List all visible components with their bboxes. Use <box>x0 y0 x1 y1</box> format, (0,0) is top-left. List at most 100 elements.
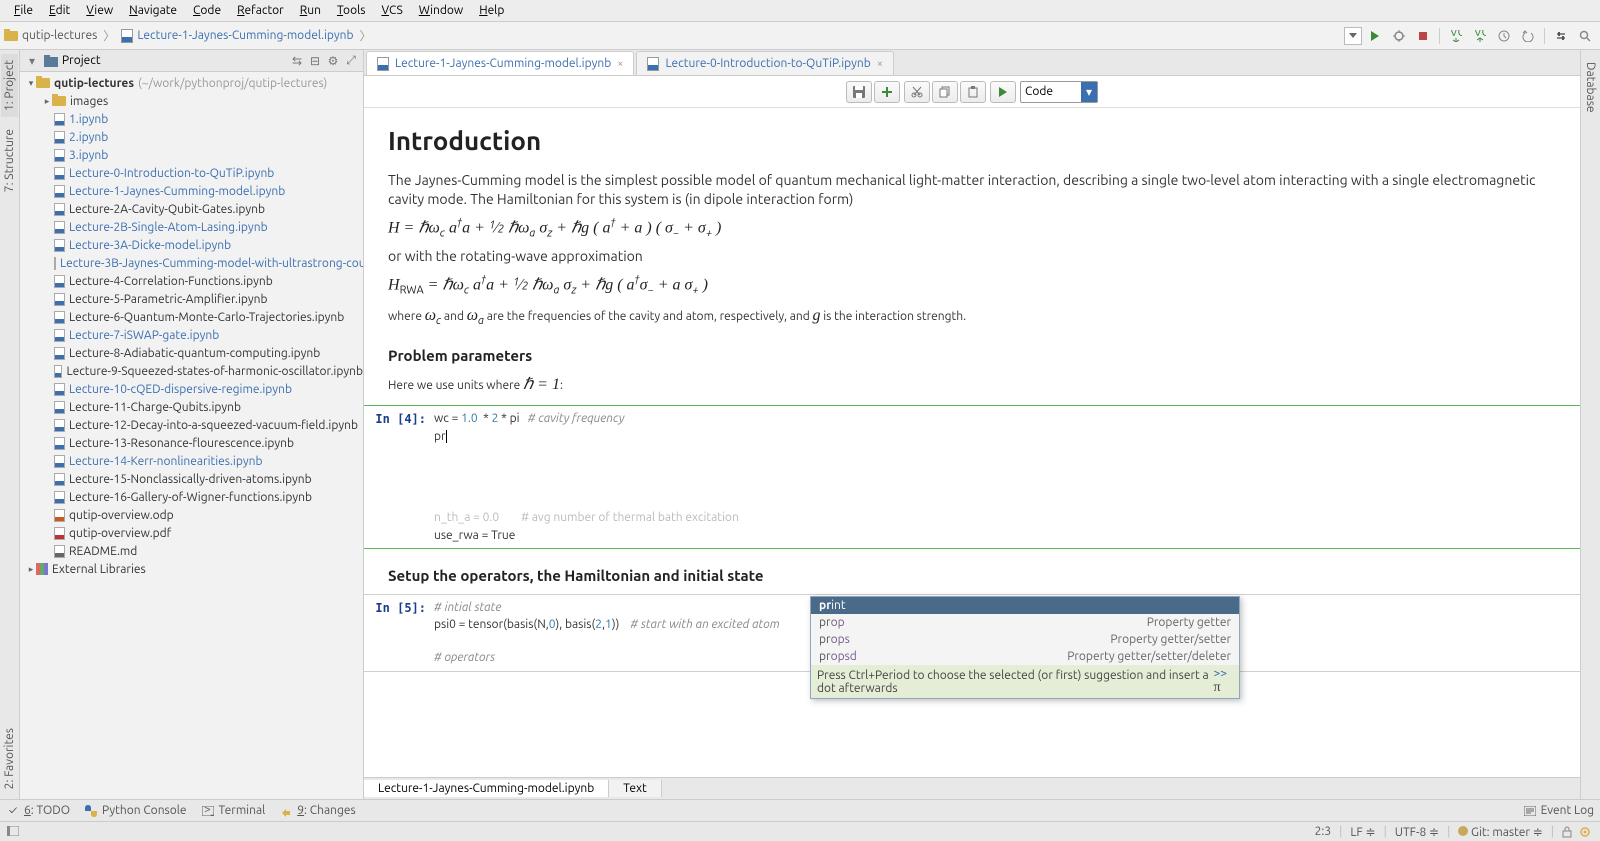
settings-button[interactable] <box>1550 26 1572 46</box>
autocomplete-popup[interactable]: printpropProperty getterpropsProperty ge… <box>810 596 1240 699</box>
paste-button[interactable] <box>960 81 986 103</box>
tree-file[interactable]: 1.ipynb <box>20 110 363 128</box>
menu-tools[interactable]: Tools <box>329 2 374 19</box>
project-tree[interactable]: ▾ qutip-lectures (~/work/pythonproj/quti… <box>20 72 363 799</box>
debug-button[interactable] <box>1388 26 1410 46</box>
file-encoding[interactable]: UTF-8 ≑ <box>1395 825 1439 839</box>
tree-file[interactable]: Lecture-12-Decay-into-a-squeezed-vacuum-… <box>20 416 363 434</box>
hide-icon[interactable]: ⤢ <box>343 53 359 69</box>
code-cell-4[interactable]: In [4]: wc = 1.0 * 2 * pi # cavity frequ… <box>364 405 1580 549</box>
readonly-toggle[interactable] <box>1562 826 1572 838</box>
tree-file[interactable]: Lecture-8-Adiabatic-quantum-computing.ip… <box>20 344 363 362</box>
stop-button[interactable] <box>1412 26 1434 46</box>
cell-type-select[interactable]: Code ▾ <box>1020 81 1098 103</box>
file-icon <box>54 509 65 522</box>
search-button[interactable] <box>1574 26 1596 46</box>
tree-file[interactable]: qutip-overview.pdf <box>20 524 363 542</box>
tree-folder-images[interactable]: ▸ images <box>20 92 363 110</box>
collapse-icon[interactable]: ▾ <box>24 53 40 69</box>
menu-run[interactable]: Run <box>292 2 329 19</box>
autocomplete-item[interactable]: propProperty getter <box>811 614 1239 631</box>
tool-tab-event-log[interactable]: Event Log <box>1523 804 1594 818</box>
tool-tab-database[interactable]: Database <box>1582 56 1599 119</box>
cut-button[interactable] <box>904 81 930 103</box>
tool-tab-changes[interactable]: 9: Changes <box>279 804 355 818</box>
autocomplete-item[interactable]: propsProperty getter/setter <box>811 631 1239 648</box>
run-cell-button[interactable] <box>990 81 1016 103</box>
vcs-history-button[interactable] <box>1493 26 1515 46</box>
tree-file[interactable]: Lecture-15-Nonclassically-driven-atoms.i… <box>20 470 363 488</box>
tree-file[interactable]: Lecture-2A-Cavity-Qubit-Gates.ipynb <box>20 200 363 218</box>
main-toolbar: VCS VCS <box>1344 26 1596 46</box>
expand-arrow-icon[interactable]: ▸ <box>42 96 52 107</box>
menu-view[interactable]: View <box>78 2 121 19</box>
git-branch[interactable]: Git: master ≑ <box>1458 825 1542 839</box>
tool-tab-python-console[interactable]: Python Console <box>84 804 187 818</box>
run-button[interactable] <box>1364 26 1386 46</box>
gear-icon[interactable]: ⚙ <box>325 53 341 69</box>
expand-arrow-icon[interactable]: ▾ <box>26 78 36 89</box>
tree-file[interactable]: Lecture-3A-Dicke-model.ipynb <box>20 236 363 254</box>
autocomplete-item[interactable]: print <box>811 597 1239 614</box>
tree-file[interactable]: Lecture-4-Correlation-Functions.ipynb <box>20 272 363 290</box>
tree-file[interactable]: 2.ipynb <box>20 128 363 146</box>
menu-vcs[interactable]: VCS <box>373 2 410 19</box>
menu-help[interactable]: Help <box>471 2 512 19</box>
run-config-dropdown[interactable] <box>1344 27 1362 45</box>
tree-file[interactable]: Lecture-0-Introduction-to-QuTiP.ipynb <box>20 164 363 182</box>
tool-tab-project[interactable]: 1: Project <box>1 54 18 117</box>
tool-tab-structure[interactable]: 7: Structure <box>1 123 18 198</box>
tree-file[interactable]: README.md <box>20 542 363 560</box>
editor-tab[interactable]: Lecture-1-Jaynes-Cumming-model.ipynb× <box>366 51 634 75</box>
tree-file[interactable]: Lecture-3B-Jaynes-Cumming-model-with-ult… <box>20 254 363 272</box>
tree-file[interactable]: Lecture-5-Parametric-Amplifier.ipynb <box>20 290 363 308</box>
inspection-indicator[interactable] <box>1580 827 1594 837</box>
tree-file[interactable]: Lecture-10-cQED-dispersive-regime.ipynb <box>20 380 363 398</box>
expand-arrow-icon[interactable]: ▸ <box>26 564 36 575</box>
editor-sub-tab[interactable]: Lecture-1-Jaynes-Cumming-model.ipynb <box>364 780 609 797</box>
vcs-update-button[interactable]: VCS <box>1445 26 1467 46</box>
tree-file[interactable]: Lecture-2B-Single-Atom-Lasing.ipynb <box>20 218 363 236</box>
editor-tab[interactable]: Lecture-0-Introduction-to-QuTiP.ipynb× <box>636 51 894 75</box>
file-icon <box>54 347 65 360</box>
insert-cell-button[interactable] <box>874 81 900 103</box>
notebook-editor[interactable]: Introduction The Jaynes-Cumming model is… <box>364 108 1580 777</box>
menu-window[interactable]: Window <box>411 2 471 19</box>
menu-code[interactable]: Code <box>185 2 229 19</box>
save-button[interactable] <box>846 81 872 103</box>
caret-position[interactable]: 2:3 <box>1315 825 1332 838</box>
editor-sub-tab[interactable]: Text <box>609 780 662 797</box>
autocomplete-item[interactable]: propsdProperty getter/setter/deleter <box>811 648 1239 665</box>
tree-file[interactable]: Lecture-9-Squeezed-states-of-harmonic-os… <box>20 362 363 380</box>
tree-file[interactable]: 3.ipynb <box>20 146 363 164</box>
line-separator[interactable]: LF ≑ <box>1350 825 1375 839</box>
tree-root[interactable]: ▾ qutip-lectures (~/work/pythonproj/quti… <box>20 74 363 92</box>
tree-file[interactable]: Lecture-6-Quantum-Monte-Carlo-Trajectori… <box>20 308 363 326</box>
copy-button[interactable] <box>932 81 958 103</box>
tree-file[interactable]: Lecture-16-Gallery-of-Wigner-functions.i… <box>20 488 363 506</box>
tool-tab-todo[interactable]: ✓6: TODO <box>6 804 70 818</box>
tool-windows-icon[interactable] <box>6 824 20 838</box>
scroll-from-source-icon[interactable]: ⇆ <box>289 53 305 69</box>
close-icon[interactable]: × <box>617 58 623 70</box>
vcs-commit-button[interactable]: VCS <box>1469 26 1491 46</box>
tree-file[interactable]: qutip-overview.odp <box>20 506 363 524</box>
breadcrumb-root[interactable]: qutip-lectures <box>4 29 97 42</box>
tree-file[interactable]: Lecture-13-Resonance-flourescence.ipynb <box>20 434 363 452</box>
close-icon[interactable]: × <box>877 58 883 70</box>
menu-refactor[interactable]: Refactor <box>229 2 292 19</box>
tree-file[interactable]: Lecture-1-Jaynes-Cumming-model.ipynb <box>20 182 363 200</box>
tool-tab-terminal[interactable]: >_Terminal <box>201 804 266 818</box>
tree-file[interactable]: Lecture-11-Charge-Qubits.ipynb <box>20 398 363 416</box>
tool-tab-favorites[interactable]: 2: Favorites <box>1 722 18 795</box>
tree-external-libraries[interactable]: ▸ External Libraries <box>20 560 363 578</box>
menu-edit[interactable]: Edit <box>41 2 78 19</box>
tree-file[interactable]: Lecture-14-Kerr-nonlinearities.ipynb <box>20 452 363 470</box>
collapse-all-icon[interactable]: ⊟ <box>307 53 323 69</box>
tree-file[interactable]: Lecture-7-iSWAP-gate.ipynb <box>20 326 363 344</box>
menu-file[interactable]: File <box>6 2 41 19</box>
code-input[interactable]: wc = 1.0 * 2 * pi # cavity frequency pr … <box>434 410 1556 544</box>
breadcrumb-file[interactable]: Lecture-1-Jaynes-Cumming-model.ipynb <box>121 29 353 43</box>
menu-navigate[interactable]: Navigate <box>121 2 185 19</box>
vcs-revert-button[interactable] <box>1517 26 1539 46</box>
